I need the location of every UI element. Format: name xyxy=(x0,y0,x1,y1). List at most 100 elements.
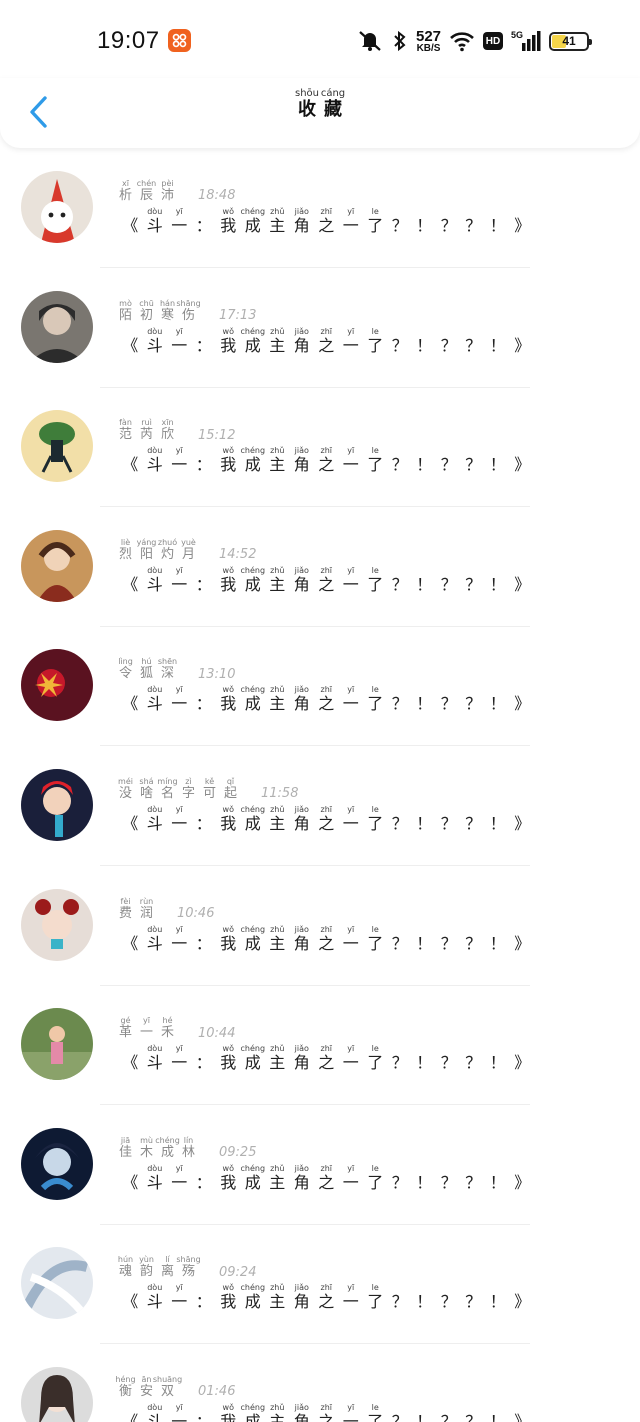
hanzi: ？ xyxy=(391,455,408,475)
ruby-char: ？ xyxy=(388,566,413,594)
hanzi: ？ xyxy=(391,1053,408,1073)
ruby-char: liè 烈 xyxy=(115,538,136,563)
hanzi: 斗 xyxy=(146,455,163,475)
avatar[interactable] xyxy=(21,649,93,722)
avatar[interactable] xyxy=(21,290,93,363)
avatar[interactable] xyxy=(21,1127,93,1200)
timestamp: 15:12 xyxy=(198,427,236,443)
hanzi: 了 xyxy=(367,1412,384,1422)
ruby-char: wǒ 我 xyxy=(216,1283,241,1311)
avatar[interactable] xyxy=(21,769,93,841)
avatar[interactable] xyxy=(21,1247,93,1320)
favorite-item[interactable]: hún 魂 yùn 韵 lí 离 shāng 殇 09:24 《 dòu 斗 yī 一： wǒ 我 chéng 成… xyxy=(0,1224,640,1345)
battery-level: 41 xyxy=(562,34,576,48)
hanzi: 一 xyxy=(171,216,188,235)
ruby-char: ？ xyxy=(437,566,462,594)
favorite-item[interactable]: jiā 佳 mù 木 chéng 成 lín 林 09:25 《 dòu 斗 yī 一： wǒ 我 chéng 成… xyxy=(0,1105,640,1225)
hanzi: 成 xyxy=(244,933,261,953)
favorite-item[interactable]: fèi 费 rùn 润 10:46 《 dòu 斗 yī 一： wǒ 我 chéng 成 zhǔ 主 jiǎo 角… xyxy=(0,866,640,986)
hanzi: ？ xyxy=(465,1172,482,1192)
ruby-char: mò 陌 xyxy=(115,299,136,324)
hanzi: 角 xyxy=(293,1172,310,1192)
hanzi: 《 xyxy=(122,1412,139,1422)
ruby-char: chéng 成 xyxy=(155,1136,180,1161)
ruby-char: zhǔ 主 xyxy=(265,327,290,355)
hanzi: ！ xyxy=(489,933,506,953)
hanzi: 角 xyxy=(293,216,310,235)
favorite-item[interactable]: fàn 范 ruì 芮 xīn 欣 15:12 《 dòu 斗 yī 一： wǒ 我 chéng 成 zhǔ 主 j… xyxy=(0,387,640,508)
hanzi: 了 xyxy=(367,1172,384,1192)
avatar[interactable] xyxy=(21,888,93,961)
hanzi: ： xyxy=(195,574,212,594)
sender-name: fàn 范 ruì 芮 xīn 欣 xyxy=(115,418,178,443)
ruby-char: yáng 阳 xyxy=(136,538,157,563)
hanzi: 《 xyxy=(122,814,139,833)
ruby-char: ？ xyxy=(437,1164,462,1192)
ruby-char: dòu 斗 xyxy=(143,685,168,713)
hanzi: ： xyxy=(195,1172,212,1192)
favorite-item[interactable]: mò 陌 chū 初 hán 寒 shāng 伤 17:13 《 dòu 斗 yī 一： wǒ 我 chéng 成… xyxy=(0,268,640,388)
ruby-char: yī 一 xyxy=(167,566,192,594)
favorite-item[interactable]: héng 衡 ān 安 shuāng 双 01:46 《 dòu 斗 yī 一： wǒ 我 chéng 成 zh… xyxy=(0,1344,640,1422)
ruby-char: yī 一 xyxy=(167,685,192,713)
hanzi: 《 xyxy=(122,216,139,235)
ruby-char: ？ xyxy=(437,805,462,833)
hanzi: ！ xyxy=(489,694,506,714)
mute-icon xyxy=(356,29,384,53)
hanzi: 月 xyxy=(181,546,195,562)
hanzi: ！ xyxy=(416,1412,433,1422)
ruby-char: jiǎo 角 xyxy=(290,925,315,953)
ruby-char: ！ xyxy=(412,446,437,474)
ruby-char: yī 一 xyxy=(339,685,364,713)
hanzi: 》 xyxy=(514,1292,531,1312)
hanzi: 》 xyxy=(514,814,531,833)
ruby-char: ！ xyxy=(412,1283,437,1311)
ruby-char: yī 一 xyxy=(167,925,192,953)
avatar[interactable] xyxy=(21,529,93,602)
hanzi: 斗 xyxy=(146,335,163,355)
avatar[interactable] xyxy=(21,1008,93,1081)
favorite-item[interactable]: liè 烈 yáng 阳 zhuó 灼 yuè 月 14:52 《 dòu 斗 yī 一： wǒ 我 chéng… xyxy=(0,507,640,627)
ruby-char: chéng 成 xyxy=(240,446,265,474)
favorite-item[interactable]: lìng 令 hú 狐 shēn 深 13:10 《 dòu 斗 yī 一： wǒ 我 chéng 成 zhǔ 主… xyxy=(0,626,640,747)
ruby-char: le 了 xyxy=(363,566,388,594)
ruby-char: zhǔ 主 xyxy=(265,207,290,235)
avatar[interactable] xyxy=(21,410,93,483)
avatar[interactable] xyxy=(21,171,93,243)
ruby-char: chéng 成 xyxy=(240,327,265,355)
avatar[interactable] xyxy=(21,1367,93,1422)
ruby-char: jiǎo 角 xyxy=(290,1044,315,1072)
hanzi: 之 xyxy=(318,455,335,475)
hanzi: 角 xyxy=(293,1292,310,1312)
hanzi: ： xyxy=(195,1412,212,1422)
message-text: 《 dòu 斗 yī 一： wǒ 我 chéng 成 zhǔ 主 jiǎo 角 zhī 之 yī 一 le 了？！？… xyxy=(118,1283,535,1311)
timestamp: 01:46 xyxy=(198,1384,236,1400)
ruby-char: hán 寒 xyxy=(157,299,178,324)
ruby-char: ruì 芮 xyxy=(136,418,157,443)
hanzi: ？ xyxy=(465,335,482,355)
hanzi: 斗 xyxy=(146,574,163,594)
favorite-item[interactable]: méi 没 shá 啥 míng 名 zì 字 kě 可 qǐ 起 11:58 《 dòu 斗 yī 一： wǒ 我 c… xyxy=(0,746,640,866)
favorite-item[interactable]: gé 革 yī 一 hé 禾 10:44 《 dòu 斗 yī 一： wǒ 我 chéng 成 zhǔ 主 jiǎo… xyxy=(0,985,640,1106)
hanzi: 欣 xyxy=(160,427,174,443)
hanzi: 佳 xyxy=(118,1144,132,1160)
ruby-char: chéng 成 xyxy=(240,805,265,833)
hanzi: ！ xyxy=(416,814,433,833)
hanzi: 一 xyxy=(342,1292,359,1312)
ruby-char: ？ xyxy=(461,1164,486,1192)
ruby-char: 》 xyxy=(510,925,535,953)
ruby-char: zhǔ 主 xyxy=(265,685,290,713)
ruby-char: ： xyxy=(192,566,217,594)
ruby-char: jiǎo 角 xyxy=(290,1283,315,1311)
hanzi: 主 xyxy=(269,694,286,714)
timestamp: 10:44 xyxy=(198,1025,236,1041)
favorite-item[interactable]: xī 析 chén 辰 pèi 沛 18:48 《 dòu 斗 yī 一： wǒ 我 chéng 成 zhǔ 主 j… xyxy=(0,148,640,268)
ruby-char: 《 xyxy=(118,446,143,474)
hanzi: 一 xyxy=(342,1172,359,1192)
hanzi: ？ xyxy=(465,1292,482,1312)
ruby-char: dòu 斗 xyxy=(143,1044,168,1072)
ruby-char: 《 xyxy=(118,1164,143,1192)
ruby-char: zhǔ 主 xyxy=(265,1164,290,1192)
ruby-char: 》 xyxy=(510,1403,535,1422)
hanzi: 伤 xyxy=(181,307,195,323)
